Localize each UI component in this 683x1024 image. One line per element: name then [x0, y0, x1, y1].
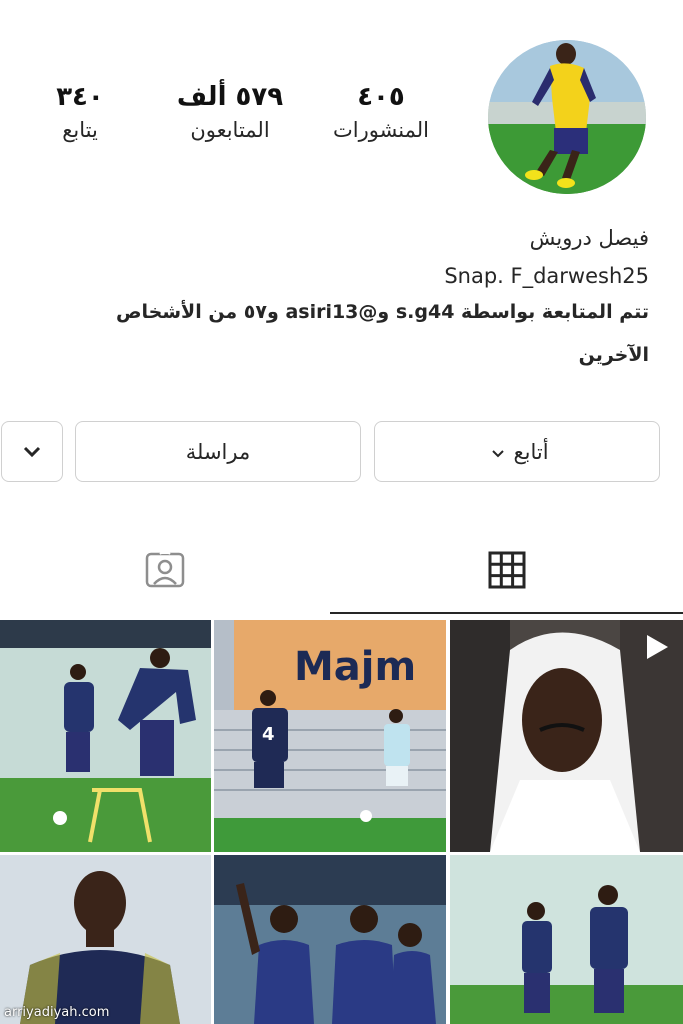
- suggested-accounts-button[interactable]: [1, 421, 63, 482]
- post-tile-3-video[interactable]: [450, 620, 683, 852]
- following-label: يتابع: [62, 118, 98, 142]
- stadium-banner-text: Majm: [294, 644, 416, 690]
- profile-photo: [488, 40, 646, 194]
- post-image: [214, 855, 446, 1024]
- post-tile-1[interactable]: [0, 620, 211, 852]
- chevron-down-icon: [22, 440, 42, 464]
- followed-by-text[interactable]: تتم المتابعة بواسطة s.g44 و@asiri13 و٥٧ …: [39, 301, 649, 323]
- profile-avatar[interactable]: [488, 40, 646, 194]
- followers-label: المتابعون: [190, 118, 270, 142]
- stat-followers[interactable]: ٥٧٩ ألف المتابعون: [160, 82, 300, 142]
- snap-handle[interactable]: Snap. F_darwesh25: [444, 264, 649, 288]
- posts-count: ٤٠٥: [357, 82, 405, 112]
- post-tile-6[interactable]: [450, 855, 683, 1024]
- tab-tagged[interactable]: [0, 530, 330, 614]
- grid-icon: [488, 551, 526, 593]
- following-count: ٣٤٠: [56, 82, 104, 112]
- tagged-icon: [145, 548, 185, 594]
- profile-name: فيصل درويش: [529, 226, 649, 250]
- message-button-label: مراسلة: [185, 439, 251, 464]
- followers-count: ٥٧٩ ألف: [176, 82, 284, 112]
- stat-following[interactable]: ٣٤٠ يتابع: [30, 82, 130, 142]
- follow-button[interactable]: أتابع: [374, 421, 660, 482]
- post-tile-5[interactable]: [214, 855, 446, 1024]
- post-image: [450, 855, 683, 1024]
- tab-grid[interactable]: [330, 530, 683, 614]
- post-image: [0, 620, 211, 852]
- post-image: Majm 4: [214, 620, 446, 852]
- tab-indicator: [330, 612, 683, 614]
- video-play-icon: [641, 632, 671, 666]
- posts-label: المنشورات: [332, 118, 430, 142]
- stat-posts[interactable]: ٤٠٥ المنشورات: [322, 82, 440, 142]
- post-image: [0, 855, 211, 1024]
- message-button[interactable]: مراسلة: [75, 421, 361, 482]
- svg-text:4: 4: [262, 724, 275, 745]
- follow-button-label: أتابع: [513, 439, 549, 464]
- post-tile-4[interactable]: [0, 855, 211, 1024]
- post-tile-2[interactable]: Majm 4: [214, 620, 446, 852]
- chevron-down-icon: [491, 440, 505, 464]
- followed-by-text-more[interactable]: الآخرين: [579, 344, 649, 366]
- watermark: arriyadiyah.com: [4, 1005, 110, 1020]
